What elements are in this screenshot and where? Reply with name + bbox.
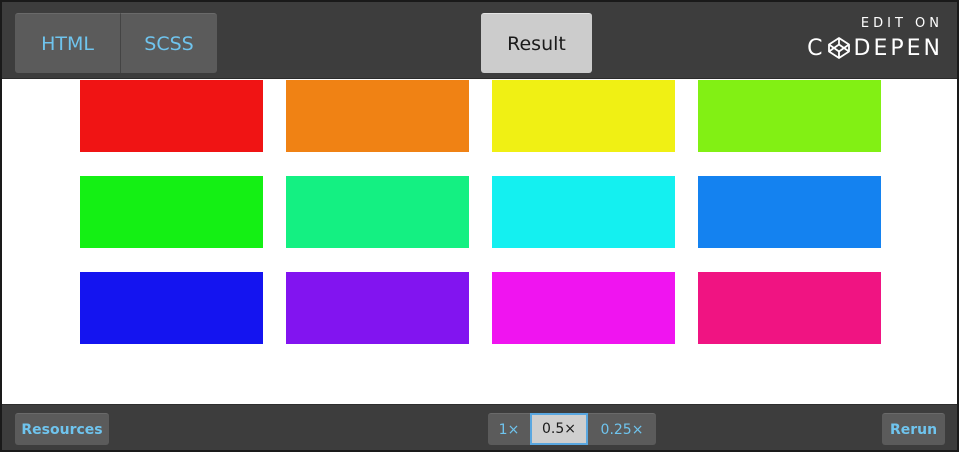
color-swatch xyxy=(80,80,263,152)
codepen-embed: HTML SCSS Result EDIT ON C DEPEN Resourc… xyxy=(0,0,959,452)
color-swatch xyxy=(492,80,675,152)
tab-result[interactable]: Result xyxy=(481,13,592,73)
color-swatch xyxy=(286,80,469,152)
codepen-logo-icon xyxy=(827,37,850,59)
brand-right-text: DEPEN xyxy=(853,35,943,61)
color-swatch xyxy=(492,272,675,344)
color-swatch xyxy=(492,176,675,248)
color-swatch xyxy=(286,176,469,248)
brand-left-text: C xyxy=(807,35,826,61)
result-preview xyxy=(2,80,957,403)
color-swatch xyxy=(698,80,881,152)
editor-tabs: HTML SCSS xyxy=(15,13,217,73)
color-swatch xyxy=(698,176,881,248)
color-swatch xyxy=(80,176,263,248)
zoom-0-5x-button[interactable]: 0.5× xyxy=(530,413,588,445)
zoom-0-25x-button[interactable]: 0.25× xyxy=(588,413,656,445)
editor-footer: Resources 1× 0.5× 0.25× Rerun xyxy=(2,404,957,450)
editor-header: HTML SCSS Result EDIT ON C DEPEN xyxy=(2,2,957,79)
zoom-controls: 1× 0.5× 0.25× xyxy=(488,413,656,445)
resources-button[interactable]: Resources xyxy=(15,413,109,445)
rerun-button[interactable]: Rerun xyxy=(882,413,945,445)
color-swatch xyxy=(698,272,881,344)
edit-on-label: EDIT ON xyxy=(860,16,943,31)
color-swatch xyxy=(80,272,263,344)
tab-scss[interactable]: SCSS xyxy=(121,13,217,73)
color-swatch xyxy=(286,272,469,344)
edit-on-codepen-link[interactable]: EDIT ON C DEPEN xyxy=(793,14,943,62)
zoom-1x-button[interactable]: 1× xyxy=(488,413,530,445)
codepen-wordmark: C DEPEN xyxy=(807,34,943,62)
tab-html[interactable]: HTML xyxy=(15,13,121,73)
